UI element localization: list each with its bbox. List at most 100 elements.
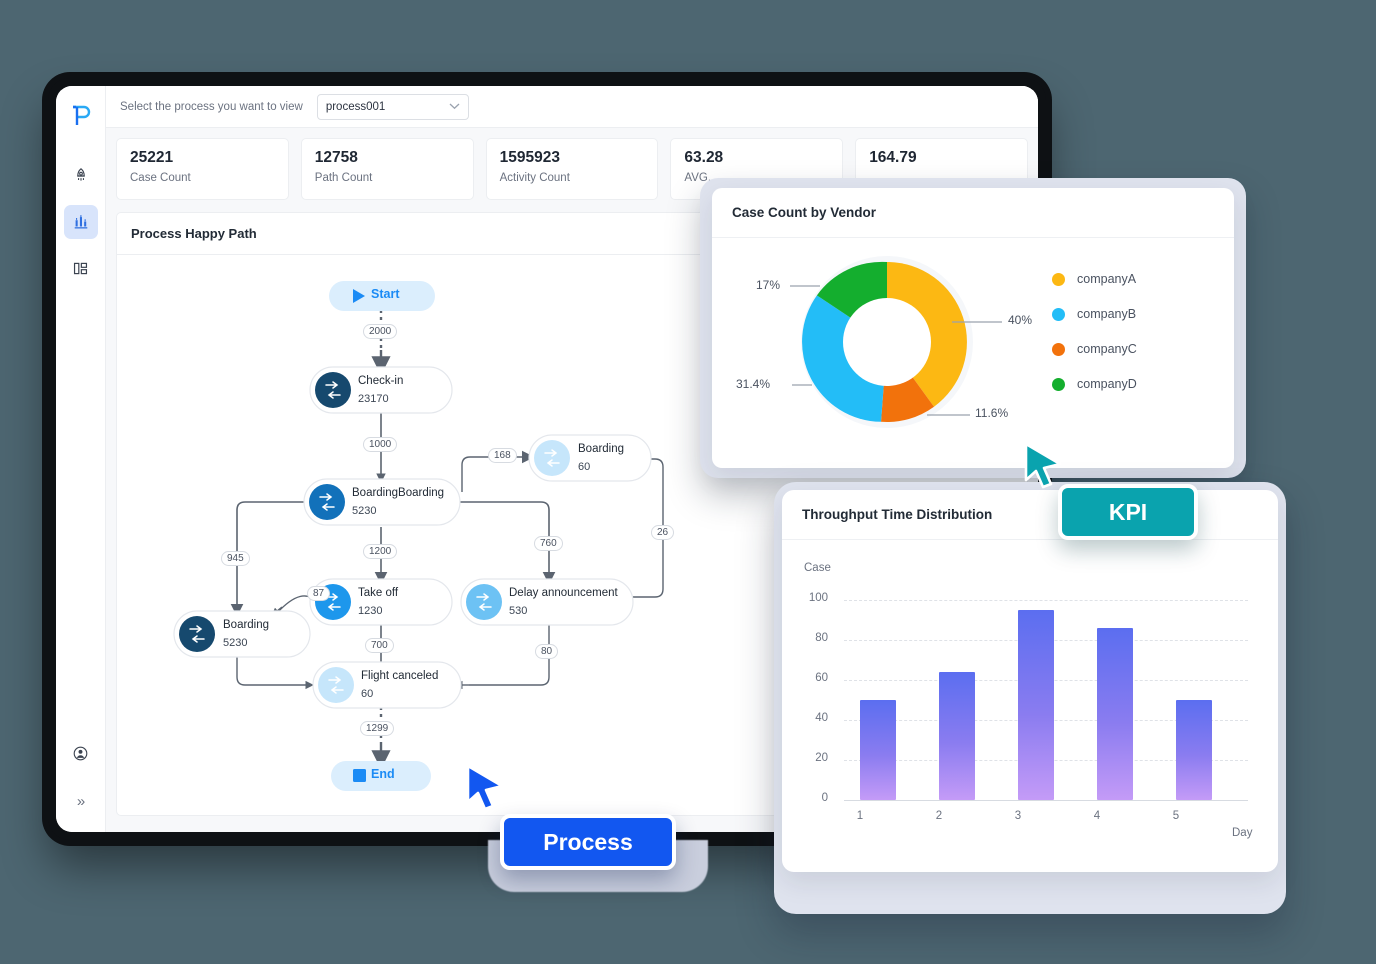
legend-label: companyC [1077, 342, 1137, 356]
bar-day-5[interactable] [1176, 700, 1212, 800]
kpi-label: Path Count [314, 172, 373, 185]
node-label-take-off: Take off [358, 587, 399, 599]
cursor-pointer-teal [1024, 442, 1062, 489]
y-tick: 100 [808, 592, 828, 604]
node-count-delay: 530 [509, 605, 528, 617]
node-count-flight-canceled: 60 [361, 688, 374, 700]
legend-swatch-companyA [1052, 272, 1065, 286]
x-tick: 1 [856, 810, 864, 822]
throughput-time-distribution-card: Throughput Time Distribution Case Day 10… [782, 490, 1278, 872]
donut-pct-companyB: 31.4% [736, 377, 771, 391]
x-axis-line [844, 800, 1248, 801]
case-count-by-vendor-card: Case Count by Vendor 40% 31.4% 11.6% 17%… [712, 188, 1234, 468]
kpi-value: 1595923 [499, 149, 560, 166]
kpi-badge[interactable]: KPI [1058, 484, 1198, 540]
y-tick: 0 [821, 792, 828, 804]
sidebar-item-analytics[interactable] [63, 205, 98, 239]
screenshot-root: » Select the process you want to view pr… [0, 0, 1376, 964]
legend-item: companyC [1052, 342, 1137, 356]
donut-pct-companyC: 11.6% [975, 406, 1009, 420]
y-tick: 80 [815, 632, 828, 644]
x-tick: 5 [1172, 810, 1180, 822]
x-axis-title: Day [1232, 827, 1253, 839]
legend-label: companyB [1077, 307, 1137, 321]
donut-card-title: Case Count by Vendor [712, 188, 1234, 238]
donut-pct-companyA: 40% [1008, 313, 1033, 327]
donut-legend: companyA companyB companyC companyD [1052, 272, 1137, 412]
x-tick: 3 [1014, 810, 1022, 822]
sidebar: » [56, 86, 106, 832]
legend-swatch-companyB [1052, 307, 1065, 321]
kpi-value: 164.79 [869, 149, 917, 166]
node-label-delay: Delay announcement [509, 587, 618, 599]
process-select[interactable]: process001 [316, 93, 469, 120]
node-count-boarding-left: 5230 [223, 637, 248, 649]
process-select-value: process001 [325, 100, 386, 113]
kpi-value: 12758 [314, 149, 358, 166]
kpi-card-path-count: 12758 Path Count [300, 138, 474, 200]
sidebar-item-expand[interactable]: » [64, 784, 98, 818]
kpi-label: Case Count [130, 172, 191, 185]
process-badge[interactable]: Process [500, 814, 676, 870]
node-label-boarding-left: Boarding [223, 619, 270, 631]
process-select-label: Select the process you want to view [120, 100, 303, 113]
edge-label: 80 [535, 644, 559, 659]
node-count-take-off: 1230 [358, 605, 383, 617]
bar-chart: Case Day 100 80 60 40 20 0 1 2 3 4 5 [782, 540, 1278, 872]
node-count-check-in: 23170 [358, 393, 389, 405]
sidebar-item-dashboard[interactable] [64, 251, 98, 285]
donut-pct-companyD: 17% [756, 278, 781, 292]
x-tick: 2 [935, 810, 943, 822]
node-label-flight-canceled: Flight canceled [361, 670, 439, 682]
p-logo-icon [70, 104, 92, 133]
kpi-card-case-count: 25221 Case Count [116, 138, 289, 200]
cursor-pointer-blue [466, 764, 504, 811]
legend-item: companyB [1052, 307, 1137, 321]
node-count-boarding-top: 60 [578, 461, 591, 473]
x-tick: 4 [1093, 810, 1101, 822]
y-axis-title: Case [804, 562, 831, 574]
rocket-icon [76, 168, 85, 181]
y-tick: 20 [815, 752, 828, 764]
y-tick: 40 [815, 712, 828, 724]
start-node-label: Start [371, 287, 400, 301]
legend-label: companyA [1077, 272, 1137, 286]
edge-label: 945 [221, 551, 250, 566]
legend-swatch-companyC [1052, 342, 1065, 356]
node-count-boardingboarding: 5230 [352, 505, 377, 517]
kpi-value: 25221 [130, 149, 174, 166]
edge-label: 2000 [363, 324, 398, 339]
bar-day-1[interactable] [860, 700, 896, 800]
bar-day-4[interactable] [1097, 628, 1133, 800]
edge-label: 700 [365, 638, 394, 653]
edge-label: 1000 [363, 437, 398, 452]
bar-card-title: Throughput Time Distribution [782, 490, 1278, 540]
donut-chart-svg [790, 256, 1002, 428]
edge-label: 1299 [360, 721, 395, 736]
donut-chart: 40% 31.4% 11.6% 17% companyA companyB co… [712, 238, 1234, 468]
legend-label: companyD [1077, 377, 1137, 391]
edge-label: 1200 [363, 544, 398, 559]
topbar: Select the process you want to view proc… [106, 86, 1038, 128]
sidebar-item-rocket[interactable] [64, 159, 98, 193]
node-label-boarding-top: Boarding [578, 443, 625, 455]
edge-label: 760 [534, 536, 563, 551]
chevron-double-right-icon: » [76, 792, 85, 810]
node-label-check-in: Check-in [358, 375, 404, 387]
node-label-boardingboarding: BoardingBoarding [352, 487, 445, 499]
end-node-label: End [371, 767, 395, 781]
dashboard-grid-icon [73, 262, 88, 274]
kpi-label: Activity Count [499, 172, 570, 185]
edge-label: 168 [488, 448, 517, 463]
kpi-card-activity-count: 1595923 Activity Count [485, 138, 659, 200]
legend-item: companyA [1052, 272, 1137, 286]
y-tick: 60 [815, 672, 828, 684]
sidebar-item-account[interactable] [64, 736, 98, 770]
kpi-value: 63.28 [684, 149, 724, 166]
bar-day-2[interactable] [939, 672, 975, 800]
legend-item: companyD [1052, 377, 1137, 391]
bars-area [844, 600, 1248, 800]
bar-day-3[interactable] [1018, 610, 1054, 800]
edge-label: 26 [651, 525, 675, 540]
user-account-icon [73, 746, 88, 760]
